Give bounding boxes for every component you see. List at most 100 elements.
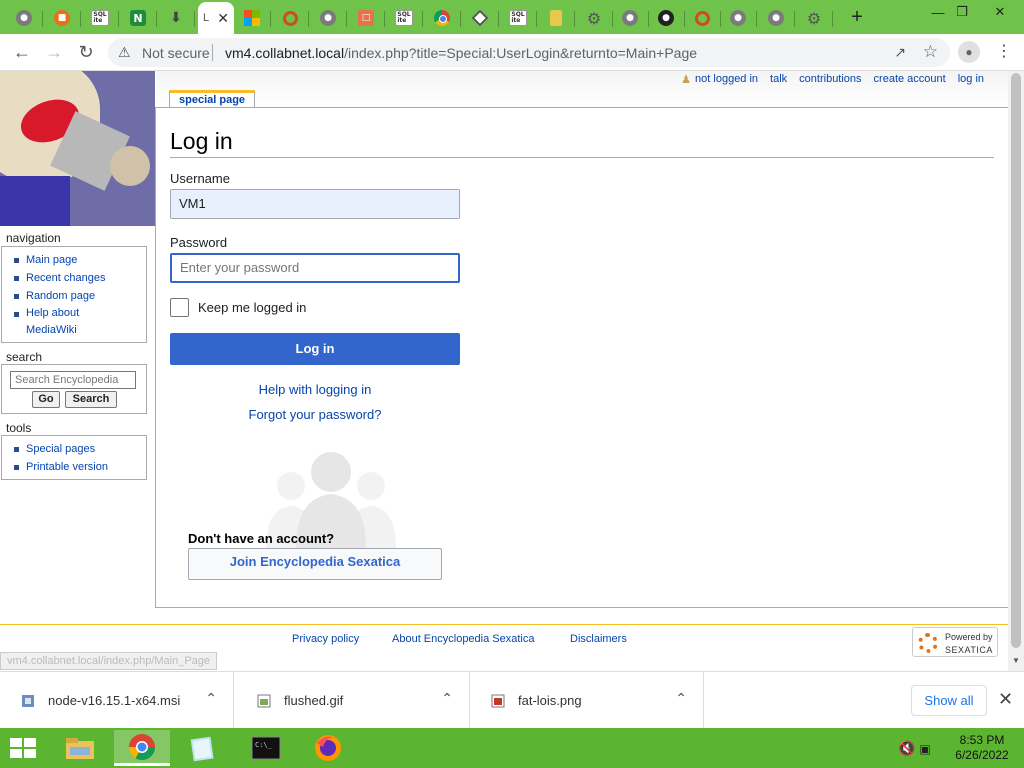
nav-help[interactable]: Help about MediaWiki bbox=[12, 305, 82, 339]
search-input[interactable]: Search Encyclopedia bbox=[10, 371, 136, 389]
file-explorer-app[interactable] bbox=[52, 730, 108, 766]
url-path: /index.php?title=Special:UserLogin&retur… bbox=[344, 45, 698, 61]
chevron-up-icon[interactable]: ⌃ bbox=[441, 690, 453, 707]
tab-15[interactable] bbox=[538, 4, 575, 32]
download-bar: node-v16.15.1-x64.msi ⌃ flushed.gif ⌃ fa… bbox=[0, 671, 1024, 729]
tab-2[interactable]: ■ bbox=[44, 4, 81, 32]
firefox-app[interactable] bbox=[300, 730, 356, 766]
address-bar[interactable]: ⚠ Not secure vm4.collabnet.local/index.p… bbox=[108, 38, 950, 67]
contributions-link[interactable]: contributions bbox=[799, 73, 861, 86]
close-window-button[interactable]: ✕ bbox=[984, 0, 1016, 24]
download-filename: flushed.gif bbox=[284, 693, 344, 708]
tab-13[interactable] bbox=[462, 4, 499, 32]
scroll-down-arrow[interactable]: ▼ bbox=[1012, 656, 1020, 665]
profile-avatar[interactable]: ● bbox=[958, 41, 980, 63]
keep-logged-in-checkbox[interactable] bbox=[170, 298, 189, 317]
create-account-link[interactable]: create account bbox=[874, 73, 946, 86]
globe-icon: ● bbox=[730, 10, 746, 26]
page-scrollbar[interactable]: ▼ bbox=[1008, 71, 1024, 671]
tray-icons: 🔇 ▣ bbox=[898, 740, 931, 757]
about-link[interactable]: About Encyclopedia Sexatica bbox=[392, 633, 534, 645]
back-button[interactable]: ← bbox=[10, 40, 34, 64]
log-in-link[interactable]: log in bbox=[958, 73, 984, 86]
tab-11[interactable]: SQL ite bbox=[386, 4, 423, 32]
talk-link[interactable]: talk bbox=[770, 73, 787, 86]
join-button[interactable]: Join Encyclopedia Sexatica bbox=[188, 548, 442, 580]
password-label: Password bbox=[170, 235, 228, 250]
not-secure-label[interactable]: Not secure bbox=[142, 45, 210, 61]
tab-17[interactable]: ● bbox=[612, 4, 649, 32]
chrome-app[interactable] bbox=[114, 730, 170, 766]
badge-icon: ■ bbox=[54, 10, 70, 26]
tab-7[interactable] bbox=[234, 4, 271, 32]
password-input[interactable]: Enter your password bbox=[170, 253, 460, 283]
show-all-button[interactable]: Show all bbox=[911, 685, 987, 716]
start-button[interactable] bbox=[10, 738, 38, 760]
tab-22[interactable]: ⚙ bbox=[796, 4, 833, 32]
not-logged-in-link[interactable]: not logged in bbox=[695, 73, 758, 86]
search-button[interactable]: Search bbox=[65, 391, 117, 408]
tab-9[interactable]: ● bbox=[310, 4, 347, 32]
forgot-password-link[interactable]: Forgot your password? bbox=[170, 407, 460, 422]
navigation-portlet: Main page Recent changes Random page Hel… bbox=[1, 246, 147, 343]
download-item-1[interactable]: node-v16.15.1-x64.msi ⌃ bbox=[0, 672, 234, 729]
reload-button[interactable]: ↻ bbox=[74, 40, 98, 64]
tab-20[interactable]: ● bbox=[720, 4, 757, 32]
privacy-link[interactable]: Privacy policy bbox=[292, 633, 359, 645]
download-item-2[interactable]: flushed.gif ⌃ bbox=[236, 672, 470, 729]
special-page-tab[interactable]: special page bbox=[169, 90, 256, 108]
help-login-link[interactable]: Help with logging in bbox=[170, 382, 460, 397]
system-clock[interactable]: 8:53 PM 6/26/2022 bbox=[950, 733, 1014, 763]
tools-special-pages[interactable]: Special pages bbox=[12, 440, 146, 458]
powered-by-badge[interactable]: Powered by SEXATICA bbox=[912, 627, 998, 657]
new-tab-button[interactable]: + bbox=[846, 6, 868, 28]
terminal-app[interactable]: C:\_ bbox=[238, 730, 294, 766]
nav-random-page[interactable]: Random page bbox=[12, 287, 146, 305]
notepad-app[interactable] bbox=[174, 730, 230, 766]
restore-button[interactable]: ❐ bbox=[946, 0, 978, 24]
tools-printable-version[interactable]: Printable version bbox=[12, 458, 146, 476]
close-tab-icon[interactable]: ✕ bbox=[217, 10, 229, 27]
url-text[interactable]: vm4.collabnet.local/index.php?title=Spec… bbox=[225, 45, 697, 61]
tab-10[interactable]: □ bbox=[348, 4, 385, 32]
username-input[interactable]: VM1 bbox=[170, 189, 460, 219]
tab-19[interactable] bbox=[684, 4, 721, 32]
terminal-icon: C:\_ bbox=[251, 736, 281, 760]
tools-portlet: Special pages Printable version bbox=[1, 435, 147, 480]
chevron-up-icon[interactable]: ⌃ bbox=[675, 690, 687, 707]
volume-muted-icon[interactable]: 🔇 bbox=[898, 740, 915, 756]
share-icon[interactable]: ↗ bbox=[894, 44, 906, 61]
tab-3[interactable]: SQL ite bbox=[82, 4, 119, 32]
login-button[interactable]: Log in bbox=[170, 333, 460, 365]
scrollbar-thumb[interactable] bbox=[1011, 73, 1021, 648]
keep-logged-in-label[interactable]: Keep me logged in bbox=[198, 300, 306, 315]
tab-16[interactable]: ⚙ bbox=[576, 4, 613, 32]
network-icon[interactable]: ▣ bbox=[919, 742, 930, 756]
download-item-3[interactable]: fat-lois.png ⌃ bbox=[470, 672, 704, 729]
close-download-bar-icon[interactable]: ✕ bbox=[998, 689, 1013, 710]
warning-icon[interactable]: ⚠ bbox=[118, 44, 131, 61]
chevron-up-icon[interactable]: ⌃ bbox=[205, 690, 217, 707]
disclaimers-link[interactable]: Disclaimers bbox=[570, 633, 627, 645]
windows-taskbar: C:\_ 🔇 ▣ 8:53 PM 6/26/2022 bbox=[0, 728, 1024, 768]
bookmark-star-icon[interactable]: ☆ bbox=[923, 42, 938, 62]
diamond-icon bbox=[471, 9, 489, 27]
tab-21[interactable]: ● bbox=[758, 4, 795, 32]
menu-kebab-icon[interactable]: ⋮ bbox=[996, 41, 1012, 61]
download-filename: node-v16.15.1-x64.msi bbox=[48, 693, 181, 708]
tab-18[interactable]: ● bbox=[648, 4, 685, 32]
globe-icon: ● bbox=[622, 10, 638, 26]
tab-12[interactable] bbox=[424, 4, 461, 32]
tab-active[interactable]: L ✕ bbox=[198, 2, 234, 34]
tab-4[interactable]: N bbox=[120, 4, 157, 32]
tab-1[interactable]: ● bbox=[6, 4, 43, 32]
tab-5[interactable]: ⬇ bbox=[158, 4, 195, 32]
tab-8[interactable] bbox=[272, 4, 309, 32]
tab-14[interactable]: SQL ite bbox=[500, 4, 537, 32]
nav-main-page[interactable]: Main page bbox=[12, 251, 146, 269]
nav-recent-changes[interactable]: Recent changes bbox=[12, 269, 146, 287]
go-button[interactable]: Go bbox=[32, 391, 60, 408]
forward-button[interactable]: → bbox=[42, 40, 66, 64]
page-viewport: ♟ not logged in talk contributions creat… bbox=[0, 71, 1024, 671]
site-logo[interactable] bbox=[0, 71, 155, 226]
